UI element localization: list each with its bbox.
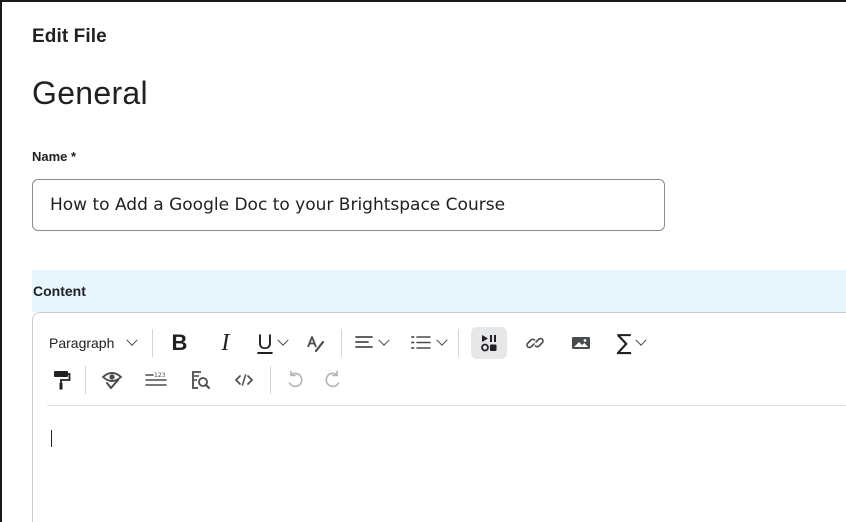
italic-button[interactable]: I (211, 327, 239, 359)
accessibility-check-icon (101, 372, 123, 389)
toolbar-separator (340, 329, 342, 357)
bold-icon: B (171, 330, 188, 355)
chevron-down-icon (635, 334, 648, 346)
accessibility-check-button[interactable] (98, 364, 126, 396)
content-label: Content (33, 283, 86, 299)
editor-toolbar-row-1: Paragraph B I U ∑ (49, 323, 648, 363)
editor-toolbar-row-2: 123 (49, 360, 345, 400)
source-code-button[interactable] (230, 364, 258, 396)
toolbar-separator (85, 366, 86, 394)
text-color-button[interactable] (301, 327, 329, 359)
find-replace-icon (192, 371, 210, 389)
chevron-down-icon (377, 334, 390, 346)
list-icon (410, 336, 431, 349)
undo-button[interactable] (283, 364, 307, 396)
toolbar-separator (457, 329, 459, 357)
link-icon (525, 337, 544, 349)
text-cursor (51, 430, 52, 447)
image-icon (571, 337, 590, 349)
format-painter-icon (54, 371, 71, 390)
svg-text:123: 123 (154, 372, 166, 379)
bold-button[interactable]: B (165, 327, 193, 359)
format-painter-button[interactable] (49, 364, 73, 396)
chevron-down-icon (276, 334, 289, 346)
paragraph-select-label: Paragraph (49, 335, 115, 351)
text-color-icon (306, 336, 324, 353)
align-button[interactable] (354, 327, 390, 359)
section-title: General (32, 75, 148, 111)
insert-media-button[interactable] (470, 327, 507, 359)
name-input[interactable] (32, 179, 665, 231)
undo-icon (288, 370, 303, 388)
find-replace-button[interactable] (186, 364, 214, 396)
align-icon (354, 336, 373, 348)
equation-icon: ∑ (616, 330, 632, 356)
toolbar-divider (47, 405, 846, 406)
media-icon (480, 335, 497, 352)
underline-button[interactable]: U (257, 327, 289, 359)
toolbar-separator (152, 329, 154, 357)
edit-file-panel: Edit File General Name * Content Paragra… (0, 0, 846, 522)
content-section-band: Content (32, 270, 846, 312)
toolbar-separator (270, 366, 271, 394)
rich-text-editor[interactable]: Paragraph B I U ∑ 123 (32, 312, 846, 522)
list-button[interactable] (410, 327, 448, 359)
italic-icon: I (221, 329, 230, 356)
link-button[interactable] (521, 327, 549, 359)
paragraph-format-select[interactable]: Paragraph (49, 327, 140, 359)
equation-button[interactable]: ∑ (616, 327, 648, 359)
chevron-down-icon (126, 334, 139, 346)
name-label: Name * (32, 149, 77, 164)
source-code-icon (235, 374, 253, 386)
word-count-button[interactable]: 123 (142, 364, 170, 396)
redo-button[interactable] (321, 364, 345, 396)
word-count-icon: 123 (145, 372, 167, 386)
page-header: Edit File (32, 26, 107, 47)
underline-icon: U (257, 331, 273, 354)
redo-icon (325, 370, 340, 388)
insert-image-button[interactable] (567, 327, 595, 359)
chevron-down-icon (435, 334, 448, 346)
